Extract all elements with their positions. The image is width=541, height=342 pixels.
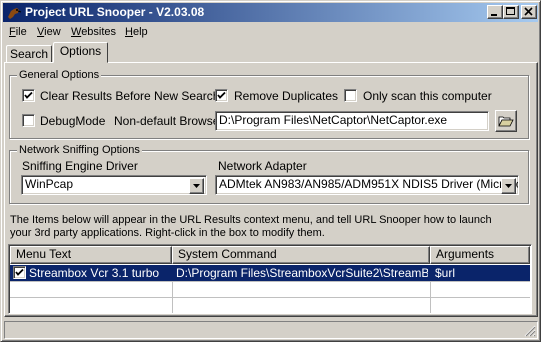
chevron-down-icon (193, 184, 200, 188)
engine-label: Sniffing Engine Driver (22, 159, 138, 173)
app-window: Project URL Snooper - V2.03.08 File View… (0, 0, 541, 342)
row-menu-text: Streambox Vcr 3.1 turbo (29, 266, 160, 280)
checkmark-icon (24, 91, 33, 99)
resize-grip-icon[interactable] (524, 325, 536, 337)
table-row[interactable]: Streambox Vcr 3.1 turbo D:\Program Files… (10, 265, 530, 281)
adapter-label: Network Adapter (218, 159, 307, 173)
grid-line (10, 281, 530, 282)
description-line-2: your 3rd party applications. Right-click… (10, 227, 325, 239)
column-header-system-command[interactable]: System Command (172, 246, 430, 264)
checkmark-icon (217, 91, 226, 99)
browser-path-input[interactable]: D:\Program Files\NetCaptor\NetCaptor.exe (215, 111, 489, 131)
clear-results-checkbox[interactable] (22, 89, 35, 102)
close-button[interactable] (521, 5, 537, 19)
browse-button[interactable] (495, 110, 517, 132)
remove-duplicates-checkbox[interactable] (215, 89, 228, 102)
browser-label: Non-default Browser: (114, 114, 227, 128)
tab-search[interactable]: Search (6, 45, 52, 63)
maximize-button[interactable] (503, 5, 519, 19)
remove-duplicates-label[interactable]: Remove Duplicates (234, 89, 338, 103)
minimize-icon (491, 14, 497, 16)
only-scan-checkbox[interactable] (344, 89, 357, 102)
status-bar (4, 321, 538, 339)
only-scan-label[interactable]: Only scan this computer (363, 89, 492, 103)
window-title: Project URL Snooper - V2.03.08 (25, 5, 205, 19)
menu-bar: File View Websites Help (3, 23, 538, 42)
maximize-icon (506, 7, 515, 15)
tab-options[interactable]: Options (53, 42, 108, 63)
row-enabled-checkbox[interactable] (13, 266, 26, 279)
menu-view[interactable]: View (37, 26, 61, 39)
grid-line (10, 297, 530, 298)
adapter-select[interactable]: ADMtek AN983/AN985/ADM951X NDIS5 Driver … (215, 175, 519, 195)
title-bar[interactable]: Project URL Snooper - V2.03.08 (3, 3, 538, 22)
minimize-button[interactable] (487, 5, 503, 19)
checkmark-icon (15, 268, 24, 276)
menu-file[interactable]: File (9, 26, 27, 39)
applications-list[interactable]: Menu Text System Command Arguments Strea… (8, 244, 532, 314)
adapter-dropdown-button[interactable] (501, 178, 516, 194)
menu-help[interactable]: Help (125, 26, 148, 39)
clear-results-label[interactable]: Clear Results Before New Search (40, 89, 219, 103)
debug-mode-label[interactable]: DebugMode (40, 114, 105, 128)
column-header-arguments[interactable]: Arguments (430, 246, 530, 264)
close-icon (524, 7, 533, 16)
engine-select[interactable]: WinPcap (21, 175, 207, 195)
sniffing-options-label: Network Sniffing Options (17, 144, 142, 156)
app-icon[interactable] (6, 5, 22, 21)
column-header-menu-text[interactable]: Menu Text (10, 246, 172, 264)
menu-websites[interactable]: Websites (71, 26, 116, 39)
general-options-label: General Options (17, 69, 102, 81)
folder-open-icon (498, 116, 514, 127)
row-system-command: D:\Program Files\StreamboxVcrSuite2\Stre… (176, 266, 428, 280)
debug-mode-checkbox[interactable] (22, 114, 35, 127)
adapter-value: ADMtek AN983/AN985/ADM951X NDIS5 Driver … (219, 177, 519, 191)
chevron-down-icon (505, 184, 512, 188)
row-arguments: $url (435, 266, 456, 280)
description-line-1: The Items below will appear in the URL R… (10, 214, 492, 226)
engine-value: WinPcap (25, 177, 74, 191)
engine-dropdown-button[interactable] (189, 178, 204, 194)
